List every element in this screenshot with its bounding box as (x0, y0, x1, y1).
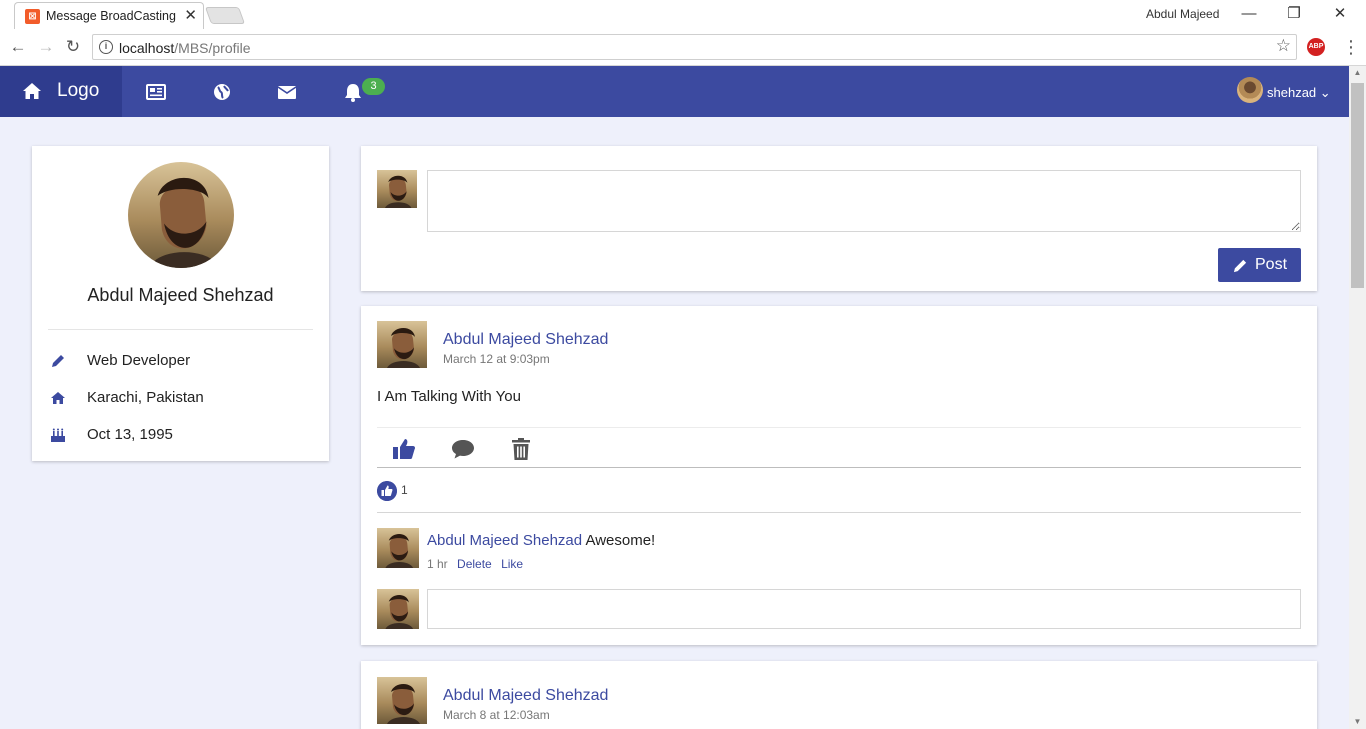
username: shehzad ⌄ (1267, 85, 1331, 101)
profile-detail-text: Oct 13, 1995 (87, 426, 173, 443)
post-button[interactable]: Post (1218, 248, 1301, 282)
browser-tab[interactable]: ⊠ Message BroadCasting S ✕ (14, 2, 204, 29)
like-thumbs-up-icon[interactable] (392, 437, 416, 461)
profile-detail-location: Karachi, Pakistan (48, 387, 313, 409)
username-text: shehzad (1267, 85, 1317, 100)
new-tab-button[interactable] (204, 7, 246, 24)
post-body: I Am Talking With You (377, 388, 521, 405)
profile-detail-occupation: Web Developer (48, 350, 313, 372)
trash-icon[interactable] (509, 437, 533, 461)
tab-title: Message BroadCasting S (46, 9, 178, 23)
commenter-avatar[interactable] (377, 528, 419, 568)
author-avatar[interactable] (377, 321, 427, 368)
scroll-down-icon[interactable]: ▼ (1349, 715, 1366, 729)
back-icon[interactable]: ← (8, 37, 28, 57)
globe-icon[interactable] (211, 81, 233, 103)
avatar (377, 589, 419, 629)
avatar (377, 170, 417, 208)
comment: Abdul Majeed Shehzad Awesome! (427, 532, 655, 549)
xampp-favicon-icon: ⊠ (25, 9, 40, 24)
window-close-icon[interactable]: ✕ (1317, 3, 1363, 25)
browser-tab-strip: ⊠ Message BroadCasting S ✕ Abdul Majeed … (0, 0, 1366, 29)
newspaper-icon[interactable] (145, 81, 167, 103)
brand-link[interactable]: Logo (0, 66, 122, 117)
comment-time: 1 hr (427, 557, 448, 571)
brand-text: Logo (57, 80, 100, 101)
forward-icon[interactable]: → (36, 37, 56, 57)
home-icon (23, 83, 41, 99)
profile-detail-birthday: Oct 13, 1995 (48, 424, 313, 446)
bell-icon[interactable] (342, 81, 364, 103)
page-scrollbar[interactable]: ▲ ▼ (1349, 66, 1366, 729)
window-profile-name[interactable]: Abdul Majeed (1146, 7, 1219, 21)
pencil-icon (1233, 259, 1247, 273)
profile-detail-text: Karachi, Pakistan (87, 389, 204, 406)
birthday-cake-icon (51, 428, 65, 442)
scroll-up-icon[interactable]: ▲ (1349, 66, 1366, 80)
post-author-link[interactable]: Abdul Majeed Shehzad (443, 687, 608, 705)
bookmark-star-icon[interactable]: ☆ (1276, 36, 1291, 56)
profile-detail-text: Web Developer (87, 352, 191, 369)
info-icon[interactable]: i (99, 40, 113, 54)
comment-delete-link[interactable]: Delete (457, 557, 492, 571)
post-card: Abdul Majeed Shehzad March 8 at 12:03am (361, 661, 1317, 729)
minimize-icon[interactable]: — (1226, 3, 1272, 25)
adblock-plus-icon[interactable]: ABP (1307, 38, 1325, 56)
pencil-icon (52, 355, 64, 367)
author-avatar[interactable] (377, 677, 427, 724)
divider (377, 512, 1301, 513)
url-text[interactable]: localhost/MBS/profile (119, 40, 251, 56)
post-card: Abdul Majeed Shehzad March 12 at 9:03pm … (361, 306, 1317, 645)
browser-toolbar: ← → ↻ i localhost/MBS/profile ☆ ABP ⋮ (0, 29, 1366, 66)
address-bar[interactable]: i localhost/MBS/profile ☆ (92, 34, 1297, 60)
divider (48, 329, 313, 330)
comment-bubble-icon[interactable] (451, 437, 475, 461)
post-author-link[interactable]: Abdul Majeed Shehzad (443, 331, 608, 349)
comment-author-link[interactable]: Abdul Majeed Shehzad (427, 532, 582, 549)
comment-actions: 1 hr Delete Like (427, 557, 523, 571)
like-count[interactable]: 1 (401, 483, 408, 497)
profile-name: Abdul Majeed Shehzad (87, 285, 274, 305)
app-navbar: Logo 3 shehzad ⌄ (0, 66, 1349, 117)
divider (377, 467, 1301, 468)
chevron-down-icon: ⌄ (1319, 85, 1331, 100)
profile-card: Abdul Majeed Shehzad Web Developer Karac… (32, 146, 329, 461)
url-path: /MBS/profile (174, 40, 251, 56)
post-timestamp: March 8 at 12:03am (443, 708, 550, 722)
avatar (1237, 77, 1263, 103)
post-button-label: Post (1255, 256, 1288, 273)
url-host: localhost (119, 40, 175, 56)
divider (377, 427, 1301, 428)
comment-like-link[interactable]: Like (501, 557, 523, 571)
comment-body: Awesome! (585, 532, 656, 549)
browser-menu-icon[interactable]: ⋮ (1342, 37, 1360, 58)
profile-avatar[interactable] (128, 162, 234, 268)
reload-icon[interactable]: ↻ (63, 37, 83, 57)
notification-badge: 3 (362, 78, 385, 95)
post-timestamp: March 12 at 9:03pm (443, 352, 550, 366)
post-textarea[interactable] (427, 170, 1301, 232)
home-icon (51, 392, 65, 404)
restore-icon[interactable]: ❐ (1271, 3, 1317, 25)
envelope-icon[interactable] (276, 81, 298, 103)
comment-input[interactable] (427, 589, 1301, 629)
scroll-thumb[interactable] (1351, 83, 1364, 288)
post-composer: Post (361, 146, 1317, 291)
tab-close-icon[interactable]: ✕ (184, 6, 197, 24)
like-count-thumbs-up-icon (377, 481, 397, 501)
